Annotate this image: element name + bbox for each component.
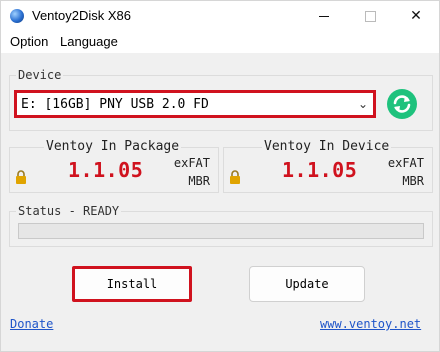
package-label: Ventoy In Package	[44, 139, 182, 154]
menu-option[interactable]: Option	[10, 34, 48, 49]
device-version-panel: Ventoy In Device 1.1.05 exFAT MBR	[223, 139, 433, 193]
status-label: Status - READY	[16, 204, 122, 218]
lock-icon	[230, 170, 240, 184]
donate-link[interactable]: Donate	[10, 317, 53, 331]
install-button[interactable]: Install	[72, 266, 192, 302]
website-link[interactable]: www.ventoy.net	[320, 317, 421, 331]
device-version-label: Ventoy In Device	[262, 139, 392, 154]
menu-bar: Option Language	[1, 31, 439, 53]
device-version: 1.1.05	[282, 158, 358, 182]
device-select[interactable]: E: [16GB] PNY USB 2.0 FD ⌄	[14, 90, 376, 118]
app-icon	[10, 9, 24, 23]
device-selected-value: E: [16GB] PNY USB 2.0 FD	[21, 96, 209, 112]
device-filesystem: exFAT	[387, 156, 424, 170]
refresh-icon	[393, 95, 411, 113]
device-partition-style: MBR	[402, 174, 424, 188]
lock-icon	[16, 170, 26, 184]
update-button[interactable]: Update	[249, 266, 365, 302]
maximize-button[interactable]	[347, 1, 393, 31]
title-bar: Ventoy2Disk X86 ✕	[1, 1, 439, 31]
package-panel: Ventoy In Package 1.1.05 exFAT MBR	[9, 139, 219, 193]
ventoy2disk-window: Ventoy2Disk X86 ✕ Option Language Device…	[0, 0, 440, 352]
chevron-down-icon: ⌄	[357, 97, 368, 111]
window-title: Ventoy2Disk X86	[32, 8, 132, 23]
refresh-button[interactable]	[387, 89, 417, 119]
menu-language[interactable]: Language	[60, 34, 118, 49]
package-filesystem: exFAT	[173, 156, 210, 170]
close-button[interactable]: ✕	[393, 1, 439, 31]
minimize-button[interactable]	[301, 1, 347, 31]
progress-bar	[18, 223, 424, 239]
device-group-label: Device	[16, 68, 64, 82]
package-version: 1.1.05	[68, 158, 144, 182]
package-partition-style: MBR	[188, 174, 210, 188]
close-icon: ✕	[410, 8, 422, 24]
